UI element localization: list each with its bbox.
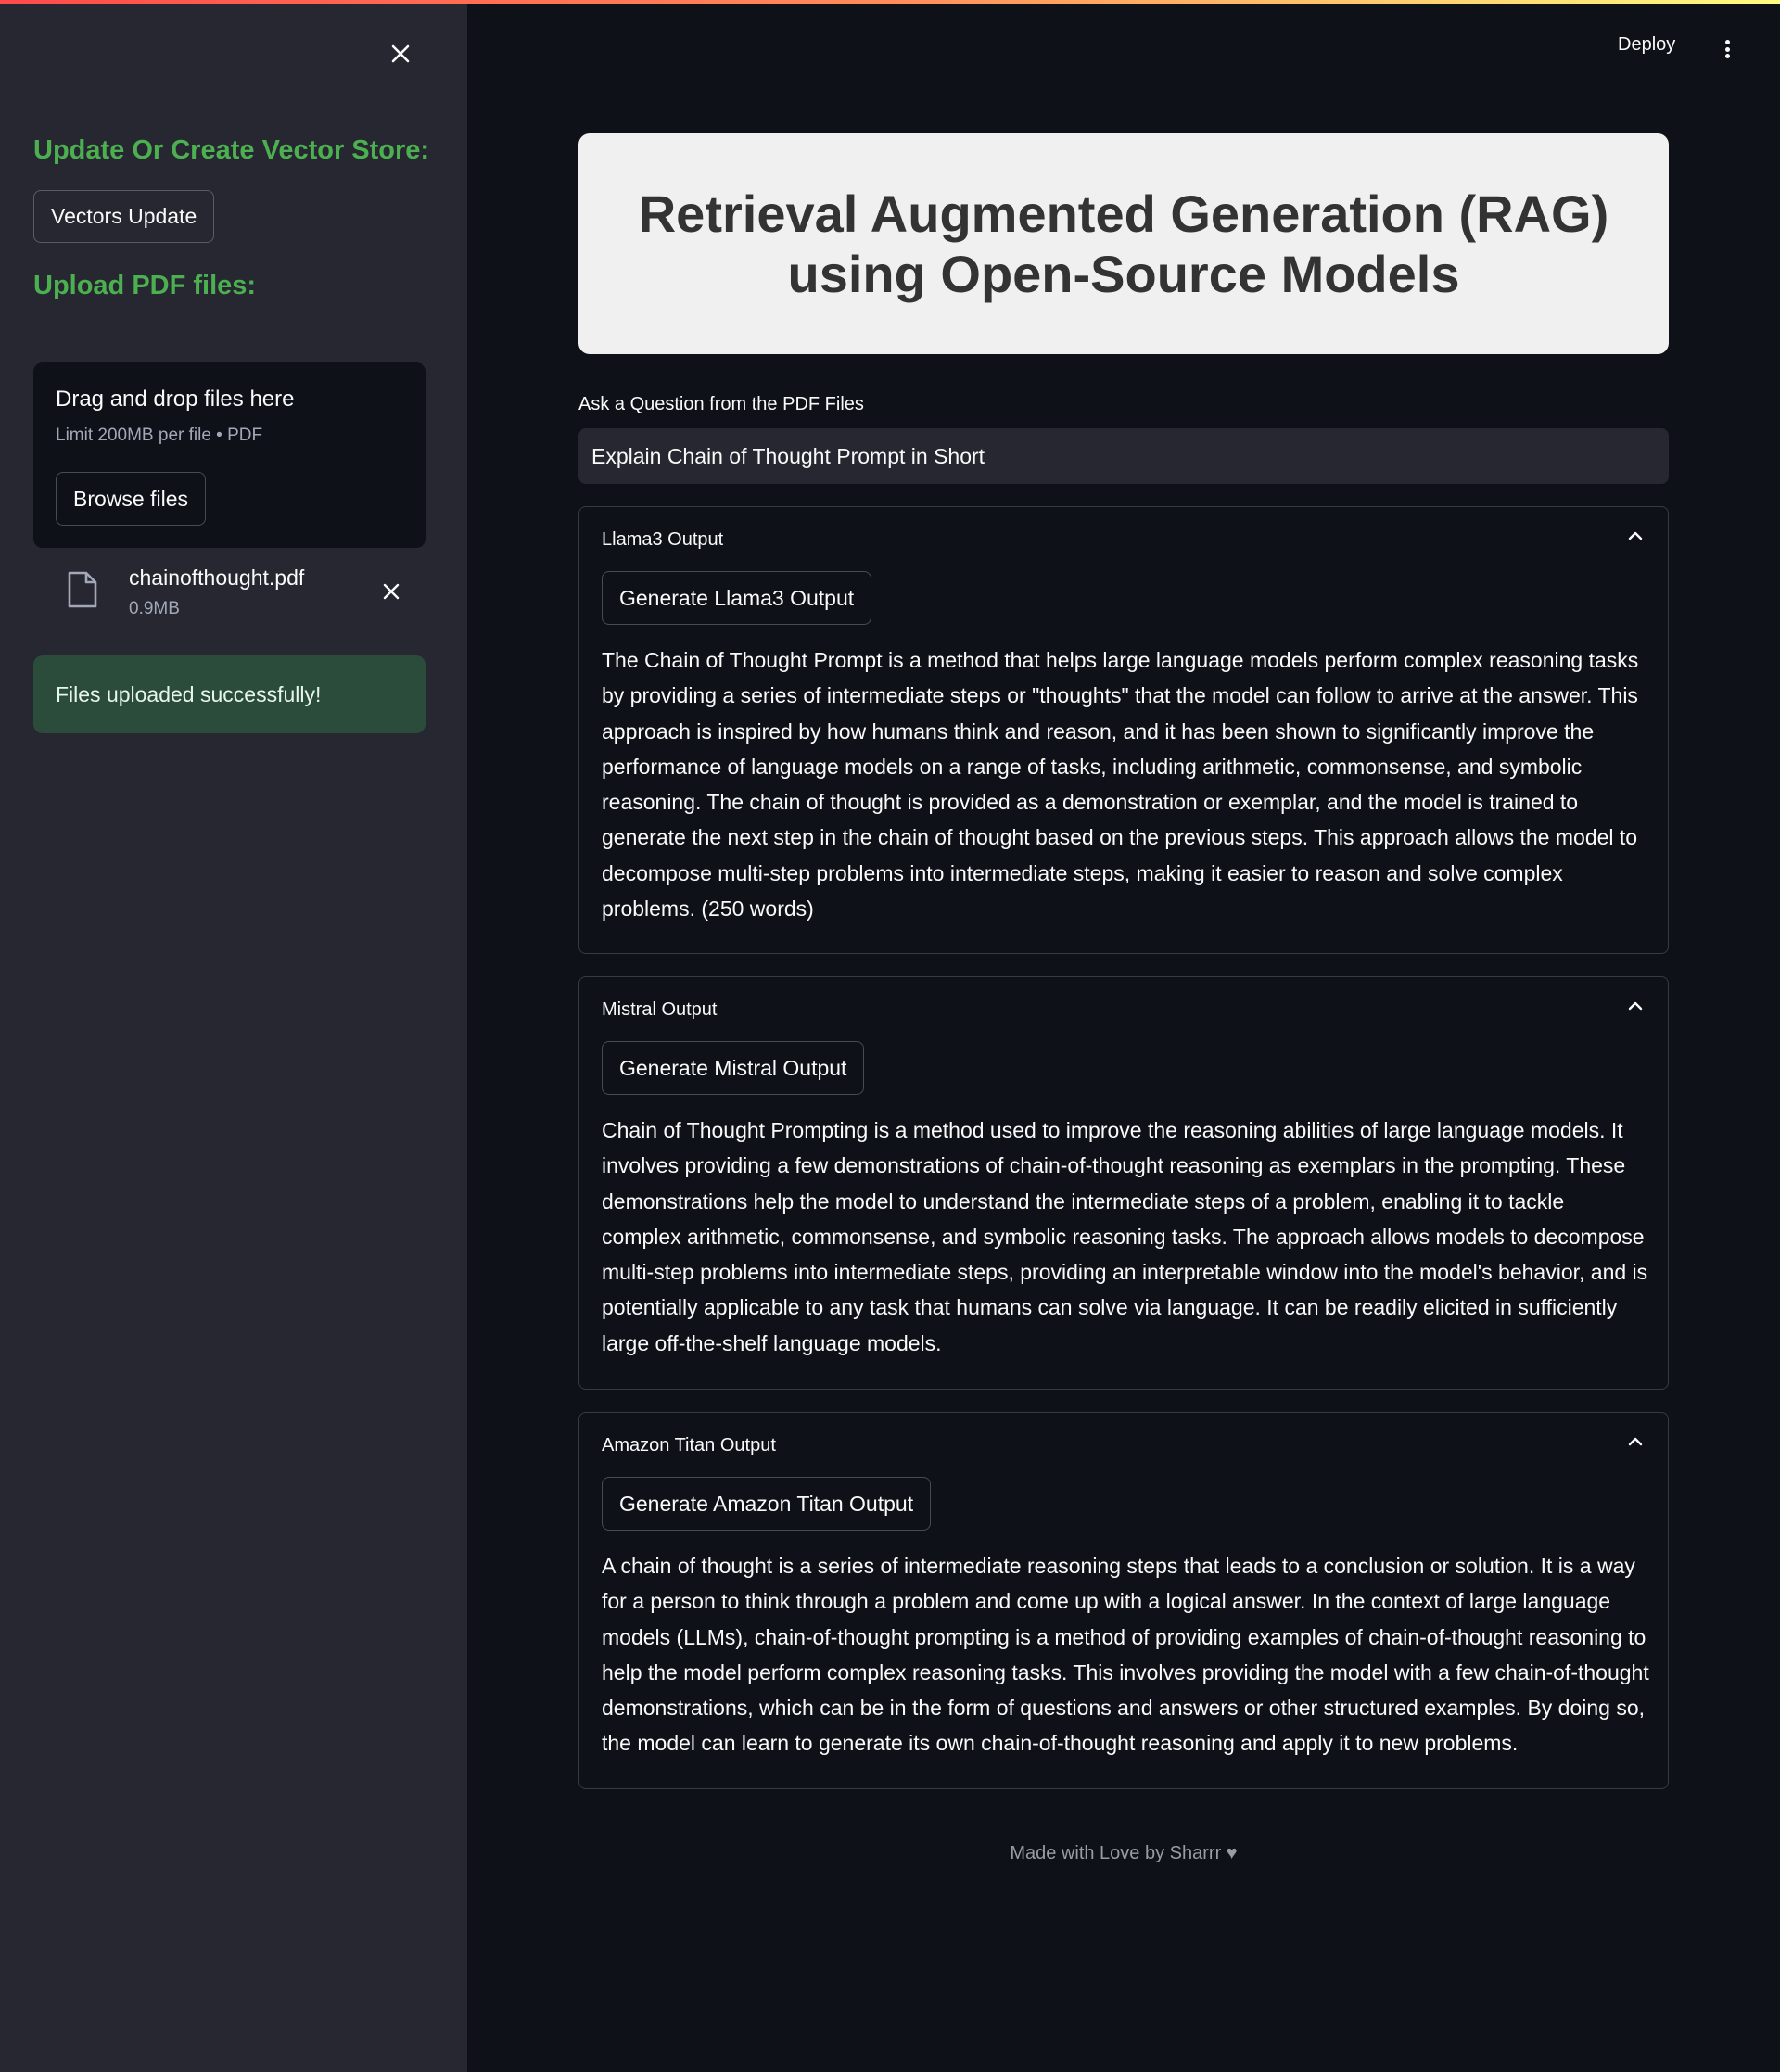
question-input[interactable]	[578, 428, 1669, 484]
chevron-up-icon	[1627, 998, 1644, 1019]
uploaded-file-item: chainofthought.pdf 0.9MB	[33, 560, 426, 625]
top-decoration-stripe	[0, 0, 1780, 4]
mistral-output-expander: Mistral Output Generate Mistral Output C…	[578, 976, 1669, 1390]
expander-title: Llama3 Output	[602, 529, 724, 550]
amazon-titan-expander-header[interactable]: Amazon Titan Output	[579, 1413, 1668, 1474]
mistral-output-text: Chain of Thought Prompting is a method u…	[602, 1118, 1648, 1355]
file-name: chainofthought.pdf	[129, 566, 305, 590]
vector-store-heading: Update Or Create Vector Store:	[33, 135, 430, 165]
title-banner: Retrieval Augmented Generation (RAG) usi…	[578, 133, 1669, 354]
footer-credit: Made with Love by Sharrr ♥	[1010, 1843, 1238, 1863]
file-dropzone[interactable]: Drag and drop files here Limit 200MB per…	[33, 362, 426, 548]
dropzone-title: Drag and drop files here	[56, 387, 295, 412]
expander-title: Mistral Output	[602, 999, 718, 1020]
upload-success-alert: Files uploaded successfully!	[33, 655, 426, 733]
expander-title: Amazon Titan Output	[602, 1435, 776, 1455]
generate-mistral-button[interactable]: Generate Mistral Output	[602, 1041, 865, 1095]
file-icon	[67, 571, 98, 613]
sidebar: Update Or Create Vector Store: Vectors U…	[0, 0, 467, 2072]
browse-files-button[interactable]: Browse files	[56, 472, 206, 526]
file-size: 0.9MB	[129, 599, 180, 618]
llama3-output-text: The Chain of Thought Prompt is a method …	[602, 648, 1639, 922]
chevron-up-icon	[1627, 1433, 1644, 1455]
question-label: Ask a Question from the PDF Files	[578, 394, 864, 414]
dropzone-limit-text: Limit 200MB per file • PDF	[56, 426, 263, 445]
sidebar-close-icon[interactable]	[384, 37, 417, 70]
upload-pdf-heading: Upload PDF files:	[33, 271, 257, 300]
amazon-titan-output-text: A chain of thought is a series of interm…	[602, 1554, 1649, 1756]
page-title: Retrieval Augmented Generation (RAG) usi…	[638, 184, 1609, 303]
kebab-menu-icon[interactable]	[1713, 35, 1741, 63]
chevron-up-icon	[1627, 528, 1644, 549]
amazon-titan-output-expander: Amazon Titan Output Generate Amazon Tita…	[578, 1412, 1669, 1789]
vectors-update-button[interactable]: Vectors Update	[33, 190, 215, 243]
mistral-expander-header[interactable]: Mistral Output	[579, 977, 1668, 1038]
deploy-button[interactable]: Deploy	[1618, 34, 1675, 56]
remove-file-close-icon[interactable]	[375, 575, 408, 608]
generate-amazon-titan-button[interactable]: Generate Amazon Titan Output	[602, 1477, 932, 1531]
llama3-output-expander: Llama3 Output Generate Llama3 Output The…	[578, 506, 1669, 954]
llama3-expander-header[interactable]: Llama3 Output	[579, 507, 1668, 568]
generate-llama3-button[interactable]: Generate Llama3 Output	[602, 571, 872, 625]
